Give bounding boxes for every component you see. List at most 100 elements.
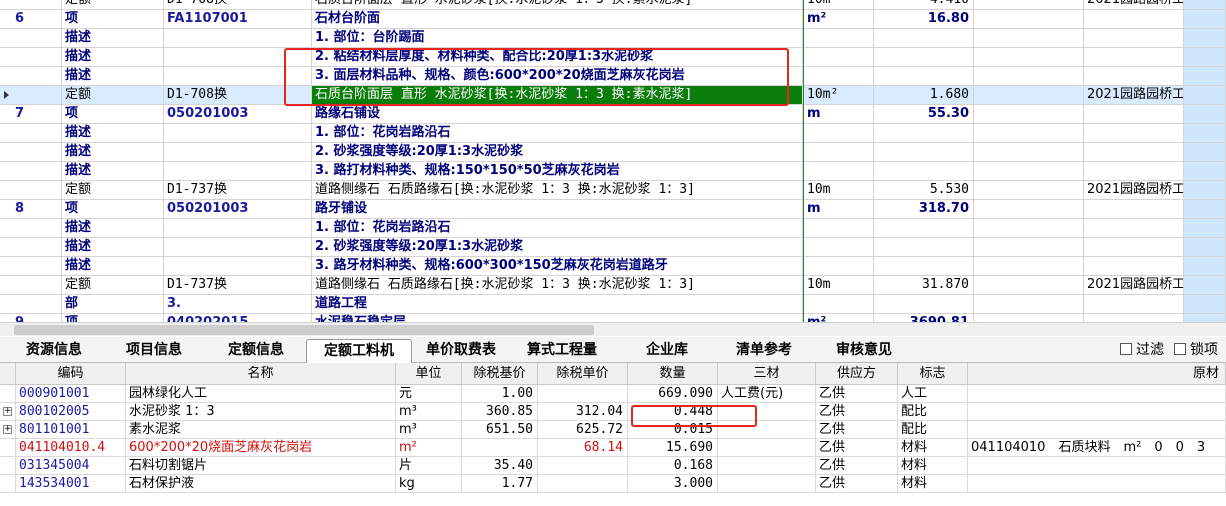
lock-checkbox[interactable]: [1174, 343, 1186, 355]
cell-text: 10m²: [807, 87, 839, 102]
table-row[interactable]: 041104010.4 600*200*20烧面芝麻灰花岗岩 m² 68.14 15.6…: [0, 439, 1226, 457]
header-code[interactable]: 编码: [16, 363, 126, 384]
cell-text: 041104010.4: [19, 440, 106, 455]
cell-text: 000901001: [19, 386, 90, 401]
cell-name: 3. 路打材料种类、规格:150*150*50芝麻灰花岗岩: [312, 162, 803, 180]
header-base[interactable]: 除税基价: [462, 363, 538, 384]
cell-qty: [874, 295, 974, 313]
table-row[interactable]: 7 项 050201003 路缘石铺设 m 55.30: [0, 105, 1226, 124]
expand-icon[interactable]: +: [3, 407, 12, 416]
cell-code: [164, 257, 312, 275]
table-row[interactable]: 描述 3. 路打材料种类、规格:150*150*50芝麻灰花岗岩: [0, 162, 1226, 181]
tab-0[interactable]: 资源信息: [14, 339, 94, 362]
header-supplier[interactable]: 供应方: [816, 363, 898, 384]
header-price[interactable]: 除税单价: [538, 363, 628, 384]
cell-text: 乙供: [819, 476, 846, 491]
header-qty[interactable]: 数量: [628, 363, 718, 384]
table-row[interactable]: 031345004 石料切割锯片 片 35.40 0.168 乙供 材料: [0, 457, 1226, 475]
table-row[interactable]: 描述 2. 砂浆强度等级:20厚1:3水泥砂浆: [0, 238, 1226, 257]
annotation-highlight-description: [284, 48, 789, 106]
cell-text: 669.090: [658, 386, 713, 401]
cell-text: 道路侧缘石 石质路缘石[换:水泥砂浆 1：3 换:水泥砂浆 1：3]: [315, 277, 695, 292]
expand-icon[interactable]: +: [3, 425, 12, 434]
table-row[interactable]: 部 3. 道路工程: [0, 295, 1226, 314]
table-row[interactable]: +800102005 水泥砂浆 1：3 m³ 360.85 312.04 0.448 乙供配…: [0, 403, 1226, 421]
tab-2[interactable]: 定额信息: [214, 339, 298, 362]
expand-cell[interactable]: +: [0, 403, 16, 420]
table-row[interactable]: 描述 1. 部位：台阶踢面: [0, 29, 1226, 48]
cell-price: [538, 457, 628, 474]
table-row[interactable]: +801101001 素水泥浆 m³ 651.50 625.72 0.015 乙供 配比: [0, 421, 1226, 439]
table-row[interactable]: 000901001 园林绿化人工 元 1.00 669.090 人工费(元) 乙供 人工: [0, 385, 1226, 403]
cell-qty: [874, 162, 974, 180]
cell-type: 描述: [62, 257, 164, 275]
table-row[interactable]: 描述 2. 砂浆强度等级:20厚1:3水泥砂浆: [0, 143, 1226, 162]
cell-text: FA1107001: [167, 11, 248, 26]
labor-material-machine-grid[interactable]: 编码 名称 单位 除税基价 除税单价 数量 三材 供应方 标志 原材 000901001 园林绿化人…: [0, 363, 1226, 506]
cell-x1: [974, 181, 1084, 199]
table-row[interactable]: 描述 1. 部位：花岗岩路沿石: [0, 124, 1226, 143]
cell-text: 2021园路园桥工: [1087, 182, 1184, 197]
cell-text: 描述: [65, 220, 92, 235]
cell-x2: [1184, 219, 1226, 237]
horizontal-scrollbar[interactable]: [0, 322, 1226, 336]
cell-text: 9: [15, 315, 24, 322]
cell-text: 625.72: [576, 422, 623, 437]
cell-unit: 10m: [804, 0, 874, 9]
cell-text: 0.168: [673, 458, 713, 473]
cell-supplier: 乙供: [816, 457, 898, 474]
expand-cell[interactable]: +: [0, 421, 16, 438]
cell-type: 描述: [62, 143, 164, 161]
tab-7[interactable]: 清单参考: [722, 339, 806, 362]
table-row[interactable]: 9 项 040202015 水泥稳石稳定层 m² 3690.81: [0, 314, 1226, 322]
header-name[interactable]: 名称: [126, 363, 396, 384]
table-row[interactable]: 描述 3. 路牙材料种类、规格:600*300*150芝麻灰花岗岩道路牙: [0, 257, 1226, 276]
tab-1[interactable]: 项目信息: [112, 339, 196, 362]
cell-name: 水泥稳石稳定层: [312, 314, 803, 322]
table-row[interactable]: 6 项 FA1107001 石材台阶面 m² 16.80: [0, 10, 1226, 29]
cell-seq: 6: [12, 10, 62, 28]
cell-text: 乙供: [819, 422, 846, 437]
cell-lib: [1084, 48, 1184, 66]
header-flag[interactable]: 标志: [898, 363, 968, 384]
table-row[interactable]: 定额 D1-737换 道路侧缘石 石质路缘石[换:水泥砂浆 1：3 换:水泥砂浆 1…: [0, 181, 1226, 200]
tab-6[interactable]: 企业库: [630, 339, 704, 362]
tab-3[interactable]: 定额工料机: [306, 339, 412, 363]
expand-cell: [0, 439, 16, 456]
cell-supplier: 乙供: [816, 475, 898, 492]
cell-lib: [1084, 124, 1184, 142]
cell-text: 石材台阶面: [315, 11, 381, 26]
cell-x2: [1184, 143, 1226, 161]
row-selection-indicator-icon: [4, 91, 9, 99]
bill-of-quantities-grid[interactable]: 定额 D1-708换 石质台阶面层 直形 水泥砂浆[换:水泥砂浆 1：3 换:素水泥…: [0, 0, 1226, 322]
header-sancai[interactable]: 三材: [718, 363, 816, 384]
cell-unit: [804, 143, 874, 161]
cell-text: D1-737换: [167, 277, 227, 292]
tab-5[interactable]: 算式工程量: [512, 339, 612, 362]
table-row[interactable]: 143534001 石材保护液 kg 1.77 3.000 乙供 材料: [0, 475, 1226, 493]
cell-text: 乙供: [819, 440, 846, 455]
header-raw[interactable]: 原材: [968, 363, 1226, 384]
tab-4[interactable]: 单价取费表: [410, 339, 512, 362]
filter-checkbox[interactable]: [1120, 343, 1132, 355]
cell-lib: [1084, 295, 1184, 313]
cell-seq: [12, 67, 62, 85]
cell-seq: 8: [12, 200, 62, 218]
cell-text: 项: [65, 315, 78, 322]
cell-unit: [804, 238, 874, 256]
cell-type: 描述: [62, 48, 164, 66]
tab-8[interactable]: 审核意见: [822, 339, 906, 362]
cell-seq: 7: [12, 105, 62, 123]
table-row[interactable]: 描述 1. 部位：花岗岩路沿石: [0, 219, 1226, 238]
cell-seq: [12, 295, 62, 313]
table-row[interactable]: 定额 D1-737换 道路侧缘石 石质路缘石[换:水泥砂浆 1：3 换:水泥砂浆 1…: [0, 276, 1226, 295]
scrollbar-thumb[interactable]: [14, 325, 594, 335]
cell-qty: [874, 238, 974, 256]
header-unit[interactable]: 单位: [396, 363, 462, 384]
cell-lib: [1084, 143, 1184, 161]
cell-base: 651.50: [462, 421, 538, 438]
table-row[interactable]: 定额 D1-708换 石质台阶面层 直形 水泥砂浆[换:水泥砂浆 1：3 换:素水泥…: [0, 0, 1226, 10]
cell-code: 040202015: [164, 314, 312, 322]
table-row[interactable]: 8 项 050201003 路牙铺设 m 318.70: [0, 200, 1226, 219]
cell-x1: [974, 0, 1084, 9]
